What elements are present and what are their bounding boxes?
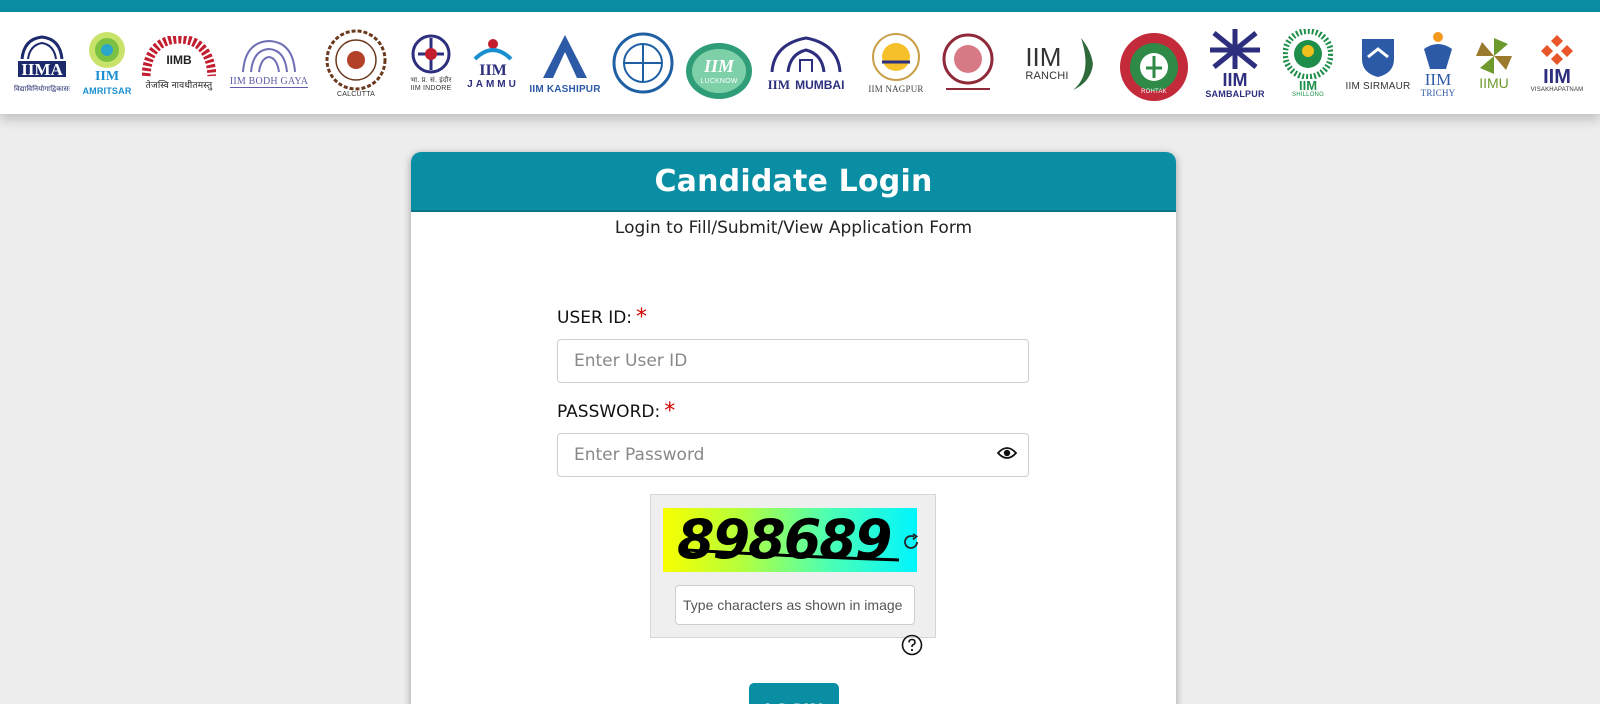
user-id-label: USER ID: *: [557, 305, 647, 330]
sirmaur-shield-icon: [1362, 38, 1394, 77]
indore-emblem-icon: [411, 34, 451, 74]
amritsar-flower-icon: [89, 32, 125, 68]
mumbai-wordmark: IIM MUMBAI: [768, 74, 845, 93]
logo-iim-kashipur: IIM KASHIPUR: [529, 12, 601, 114]
captcha-panel: 898689: [650, 494, 936, 638]
logo-iim-rohtak: ROHTAK: [1118, 12, 1190, 114]
captcha-help-icon[interactable]: [901, 634, 923, 656]
amritsar-caption: AMRITSAR: [82, 86, 132, 96]
page-title: Candidate Login: [654, 163, 933, 199]
user-id-label-text: USER ID:: [557, 308, 633, 328]
lucknow-caption: LUCKNOW: [700, 78, 738, 85]
shillong-burst-icon: [1283, 28, 1333, 79]
nagpur-caption: IIM NAGPUR: [868, 84, 924, 94]
logo-iim-sirmaur: IIM SIRMAUR: [1340, 12, 1416, 114]
logo-iim-visakhapatnam: IIM VISAKHAPATNAM: [1522, 12, 1592, 114]
top-accent-bar: [0, 0, 1600, 12]
required-asterisk: *: [664, 399, 676, 424]
kashipur-triangle-icon: [543, 34, 587, 78]
logo-iim-jammu: IIM JAMMU: [466, 12, 520, 114]
logo-iim-kozhikode: [610, 12, 676, 114]
raipur-seal-icon: [942, 33, 994, 90]
sambalpur-caption: SAMBALPUR: [1205, 89, 1265, 99]
login-subtitle: Login to Fill/Submit/View Application Fo…: [614, 218, 973, 238]
logo-iim-sambalpur: IIM SAMBALPUR: [1198, 12, 1272, 114]
ranchi-wordmark: IIM RANCHI: [1025, 44, 1068, 82]
required-asterisk: *: [636, 305, 648, 330]
password-label: PASSWORD: *: [557, 399, 675, 424]
password-label-text: PASSWORD:: [557, 402, 661, 422]
logo-iim-raipur: [936, 12, 1000, 114]
iimb-motto: तेजस्वि नावधीतमस्तु: [145, 79, 213, 90]
refresh-captcha-icon[interactable]: [901, 532, 921, 552]
logo-iima: IIMA विद्याविनियोगाद्विकासः: [12, 12, 72, 114]
ranchi-caption: RANCHI: [1025, 70, 1069, 82]
password-input[interactable]: [557, 433, 1029, 477]
institute-logo-strip: IIMA विद्याविनियोगाद्विकासः IIM AMRITSAR…: [0, 12, 1600, 114]
indore-hindi: भा. प्र. सं. इंदौर: [410, 77, 452, 84]
indore-caption: IIM INDORE: [410, 85, 452, 92]
jammu-text: IIM: [479, 61, 507, 79]
iimb-text: IIMB: [166, 52, 192, 67]
logo-iim-lucknow: IIM LUCKNOW: [682, 12, 756, 114]
bodh-gaya-stupa-icon: [242, 39, 296, 73]
login-card-header: Candidate Login: [411, 152, 1176, 212]
captcha-input[interactable]: [675, 585, 915, 625]
lucknow-text: IIM: [703, 56, 734, 76]
nagpur-sun-icon: [872, 33, 920, 81]
iima-text: IIMA: [21, 59, 63, 79]
amritsar-text: IIM: [94, 69, 120, 84]
visakhapatnam-text: IIM: [1543, 66, 1571, 88]
jammu-wave-icon: [473, 38, 513, 60]
bodh-gaya-caption: IIM BODH GAYA: [229, 76, 309, 88]
trichy-caption: TRICHY: [1420, 87, 1456, 98]
show-password-eye-icon[interactable]: [997, 446, 1017, 460]
logo-iim-calcutta: CALCUTTA: [320, 12, 392, 114]
kozhikode-seal-icon: [612, 32, 674, 94]
sirmaur-caption: IIM SIRMAUR: [1345, 80, 1411, 92]
mumbai-text: IIM: [767, 76, 790, 92]
user-id-input[interactable]: [557, 339, 1029, 383]
visakhapatnam-caption: VISAKHAPATNAM: [1530, 87, 1584, 93]
captcha-noise-line-icon: [686, 548, 900, 562]
logo-iim-shillong: IIM SHILLONG: [1280, 12, 1336, 114]
sambalpur-weave-icon: [1210, 29, 1260, 69]
logo-iim-nagpur: IIM NAGPUR: [864, 12, 928, 114]
logo-iim-mumbai: IIM MUMBAI: [764, 12, 848, 114]
logo-iim-trichy: IIM TRICHY: [1418, 12, 1458, 114]
kashipur-caption: IIM KASHIPUR: [529, 83, 601, 95]
captcha-image: 898689: [663, 508, 917, 572]
logo-iim-amritsar: IIM AMRITSAR: [82, 12, 132, 114]
logo-iimb: IIMB तेजस्वि नावधीतमस्तु: [140, 12, 218, 114]
jammu-caption: JAMMU: [467, 78, 519, 90]
ranchi-text: IIM: [1025, 42, 1062, 72]
candidate-login-card: Candidate Login Login to Fill/Submit/Vie…: [411, 152, 1176, 704]
iima-motto: विद्याविनियोगाद्विकासः: [14, 85, 70, 93]
rohtak-caption: ROHTAK: [1141, 88, 1167, 95]
sambalpur-text: IIM: [1222, 70, 1248, 90]
mumbai-caption: MUMBAI: [795, 77, 845, 92]
logo-iimu: IIMU: [1466, 12, 1522, 114]
visakhapatnam-diamonds-icon: [1541, 35, 1573, 65]
login-button[interactable]: LOGIN: [749, 683, 839, 704]
iimu-pinwheel-icon: [1476, 38, 1512, 74]
iimu-text: IIMU: [1479, 75, 1509, 91]
shillong-caption: SHILLONG: [1292, 91, 1324, 98]
logo-iim-ranchi: IIM RANCHI: [1014, 12, 1106, 114]
logo-iim-bodh-gaya: IIM BODH GAYA: [228, 12, 310, 114]
mumbai-dome-icon: [770, 35, 842, 72]
calcutta-caption: CALCUTTA: [336, 90, 376, 98]
calcutta-seal-icon: [325, 29, 387, 90]
shillong-text: IIM: [1298, 77, 1318, 93]
logo-iim-indore: भा. प्र. सं. इंदौर IIM INDORE: [402, 12, 460, 114]
trichy-figure-icon: [1424, 31, 1452, 69]
ranchi-bird-icon: [1072, 38, 1093, 90]
trichy-text: IIM: [1424, 69, 1452, 89]
